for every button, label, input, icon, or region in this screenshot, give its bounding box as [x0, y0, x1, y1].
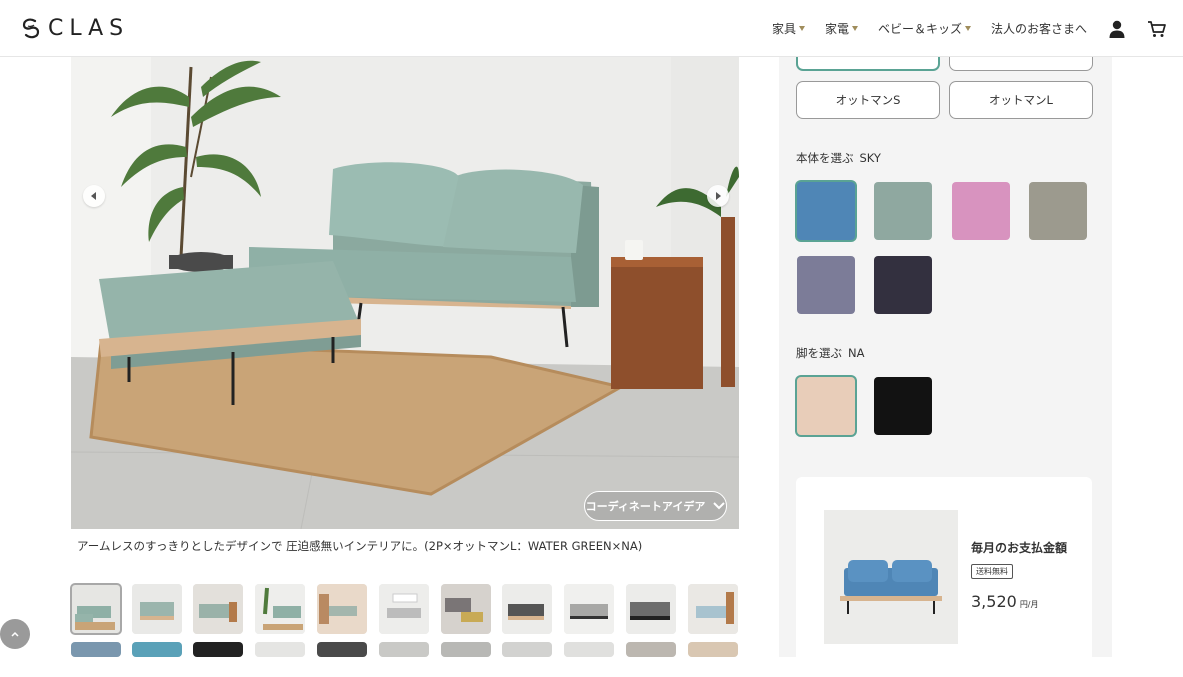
thumbnail-10[interactable] — [626, 584, 676, 634]
thumbnail-image — [626, 584, 676, 634]
monthly-price: 3,520 円/月 — [971, 592, 1039, 611]
sofa-preview-image — [824, 510, 958, 644]
swatch-water-green[interactable] — [874, 182, 932, 240]
clas-logo[interactable]: CLAS — [22, 14, 129, 42]
thumbnail-image — [71, 642, 121, 657]
body-color-heading: 本体を選ぶ SKY — [796, 150, 881, 166]
thumbnail-7[interactable] — [441, 584, 491, 634]
thumbnail-image — [502, 642, 552, 657]
thumbnail-5[interactable] — [317, 584, 367, 634]
thumbnail-image — [193, 584, 243, 634]
account-icon[interactable] — [1107, 19, 1127, 39]
scroll-to-top-button[interactable] — [0, 619, 30, 649]
thumbnail-image — [502, 584, 552, 634]
ottoman-s-button[interactable]: オットマンS — [796, 81, 940, 119]
next-image-button[interactable] — [707, 185, 729, 207]
nav-label: 法人のお客さまへ — [990, 22, 1087, 36]
nav-item-furniture[interactable]: 家具 — [772, 20, 805, 37]
thumbnail-21[interactable] — [626, 642, 676, 657]
thumbnail-18[interactable] — [441, 642, 491, 657]
thumbnail-image — [255, 642, 305, 657]
nav-label: ベビー＆キッズ — [877, 22, 962, 36]
thumbnail-9[interactable] — [564, 584, 614, 634]
thumbnail-image — [317, 584, 367, 634]
thumbnail-image — [379, 642, 429, 657]
thumbnail-image — [441, 584, 491, 634]
coordinate-idea-button[interactable]: コーディネートアイデア — [584, 491, 727, 521]
swatch-lavender-gray[interactable] — [797, 256, 855, 314]
thumbnail-image — [564, 584, 614, 634]
price-value: 3,520 — [971, 592, 1017, 611]
thumbnail-image — [564, 642, 614, 657]
prev-image-button[interactable] — [83, 185, 105, 207]
nav-item-appliances[interactable]: 家電 — [825, 20, 858, 37]
site-header: CLAS 家具 家電 ベビー＆キッズ 法人のお客さまへ — [0, 0, 1183, 57]
cart-icon[interactable] — [1147, 19, 1167, 39]
image-caption: アームレスのすっきりとしたデザインで 圧迫感無いインテリアに。(2P×オットマン… — [77, 539, 643, 553]
body-color-value: SKY — [859, 151, 881, 165]
thumbnail-6[interactable] — [379, 584, 429, 634]
ottoman-l-button[interactable]: オットマンL — [949, 81, 1093, 119]
thumbnail-image — [688, 584, 738, 634]
thumbnail-image — [441, 642, 491, 657]
thumbnail-image — [379, 584, 429, 634]
main-nav: 家具 家電 ベビー＆キッズ 法人のお客さまへ — [772, 0, 1183, 57]
free-shipping-badge: 送料無料 — [971, 564, 1013, 579]
thumbnail-8[interactable] — [502, 584, 552, 634]
thumbnail-image — [132, 642, 182, 657]
swatch-pink[interactable] — [952, 182, 1010, 240]
body-color-label: 本体を選ぶ — [796, 151, 854, 165]
product-main-image[interactable]: コーディネートアイデア — [71, 57, 739, 529]
chevron-left-icon — [91, 192, 96, 200]
thumbnail-17[interactable] — [379, 642, 429, 657]
thumbnail-14[interactable] — [193, 642, 243, 657]
swatch-black[interactable] — [874, 377, 932, 435]
legs-color-heading: 脚を選ぶ NA — [796, 345, 864, 361]
price-unit: 円/月 — [1019, 600, 1039, 609]
product-options-panel: オットマンS オットマンL 本体を選ぶ SKY 脚を選ぶ NA 毎月のお支払金額 送… — [779, 33, 1112, 677]
caret-down-icon — [851, 26, 858, 31]
thumbnail-12[interactable] — [71, 642, 121, 657]
swatch-navy[interactable] — [874, 256, 932, 314]
thumbnail-image — [193, 642, 243, 657]
thumbnail-image — [71, 584, 121, 634]
monthly-payment-card: 毎月のお支払金額 送料無料 3,520 円/月 — [796, 477, 1092, 677]
monthly-payment-title: 毎月のお支払金額 — [971, 541, 1068, 555]
chevron-up-icon — [11, 631, 19, 637]
nav-label: 家具 — [771, 22, 796, 36]
coordinate-idea-label: コーディネートアイデア — [585, 500, 706, 513]
thumbnail-image — [132, 584, 182, 634]
thumbnail-11[interactable] — [688, 584, 738, 634]
caret-down-icon — [964, 26, 971, 31]
chevron-right-icon — [716, 192, 721, 200]
legs-color-value: NA — [848, 346, 865, 360]
thumbnail-image — [317, 642, 367, 657]
thumbnail-22[interactable] — [688, 642, 738, 657]
thumbnail-13[interactable] — [132, 642, 182, 657]
nav-item-business[interactable]: 法人のお客さまへ — [991, 20, 1087, 37]
thumbnail-15[interactable] — [255, 642, 305, 657]
thumbnail-2[interactable] — [132, 584, 182, 634]
sofa-preview-svg — [824, 510, 958, 644]
thumbnail-3[interactable] — [193, 584, 243, 634]
legs-color-label: 脚を選ぶ — [796, 346, 842, 360]
swatch-sky[interactable] — [797, 182, 855, 240]
thumbnail-image — [688, 642, 738, 657]
thumbnail-16[interactable] — [317, 642, 367, 657]
thumbnail-20[interactable] — [564, 642, 614, 657]
logo-text: CLAS — [48, 15, 130, 41]
caret-down-icon — [798, 26, 805, 31]
logo-mark-icon — [22, 18, 40, 39]
nav-label: 家電 — [824, 22, 849, 36]
chevron-down-icon — [713, 502, 726, 510]
thumbnail-image — [626, 642, 676, 657]
thumbnail-19[interactable] — [502, 642, 552, 657]
thumbnail-4[interactable] — [255, 584, 305, 634]
swatch-beige-gray[interactable] — [1029, 182, 1087, 240]
thumbnail-1[interactable] — [70, 583, 122, 635]
nav-item-baby-kids[interactable]: ベビー＆キッズ — [878, 20, 971, 37]
sofa-room-photo — [71, 57, 739, 529]
thumbnail-image — [255, 584, 305, 634]
swatch-natural[interactable] — [797, 377, 855, 435]
